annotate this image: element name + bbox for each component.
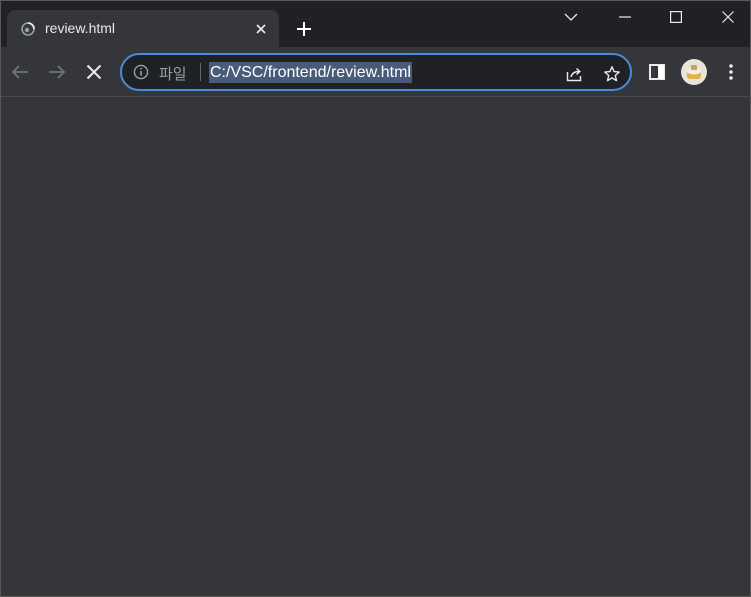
avatar bbox=[681, 59, 707, 85]
tab-search-button[interactable] bbox=[546, 1, 596, 33]
tab-review-html[interactable]: review.html bbox=[7, 10, 279, 47]
browser-toolbar: 파일 C:/VSC/frontend/review.html bbox=[1, 47, 750, 97]
profile-button[interactable] bbox=[680, 58, 708, 86]
arrow-right-icon bbox=[49, 65, 66, 79]
address-bar[interactable]: 파일 C:/VSC/frontend/review.html bbox=[120, 53, 632, 91]
browser-window: review.html 파일 C:/VSC/frontend/review.ht… bbox=[0, 0, 751, 597]
plus-icon bbox=[297, 22, 311, 36]
stop-loading-icon bbox=[86, 64, 102, 80]
minimize-icon bbox=[619, 16, 631, 18]
share-icon[interactable] bbox=[563, 62, 587, 86]
maximize-icon bbox=[670, 11, 682, 23]
stop-loading-button[interactable] bbox=[80, 58, 108, 86]
loading-globe-icon bbox=[20, 21, 36, 37]
file-scheme-label[interactable]: 파일 bbox=[159, 63, 187, 84]
tab-strip: review.html bbox=[1, 1, 750, 47]
forward-button[interactable] bbox=[43, 58, 71, 86]
new-tab-button[interactable] bbox=[291, 16, 317, 42]
more-vert-icon bbox=[729, 64, 733, 80]
close-window-button[interactable] bbox=[703, 1, 751, 33]
minimize-button[interactable] bbox=[600, 1, 650, 33]
page-content bbox=[1, 97, 750, 596]
browser-menu-button[interactable] bbox=[717, 58, 745, 86]
maximize-button[interactable] bbox=[651, 1, 701, 33]
url-text[interactable]: C:/VSC/frontend/review.html bbox=[209, 62, 412, 83]
close-icon bbox=[722, 11, 734, 23]
tab-close-icon[interactable] bbox=[250, 18, 272, 40]
side-panel-button[interactable] bbox=[643, 58, 671, 86]
chip-divider bbox=[200, 63, 201, 81]
arrow-left-icon bbox=[11, 65, 28, 79]
avatar-image-icon bbox=[687, 65, 701, 79]
info-icon[interactable] bbox=[133, 64, 149, 80]
side-panel-icon bbox=[649, 64, 665, 80]
bookmark-star-icon[interactable] bbox=[600, 62, 624, 86]
back-button[interactable] bbox=[6, 58, 34, 86]
tab-title: review.html bbox=[45, 20, 116, 36]
chevron-down-icon bbox=[564, 13, 578, 21]
